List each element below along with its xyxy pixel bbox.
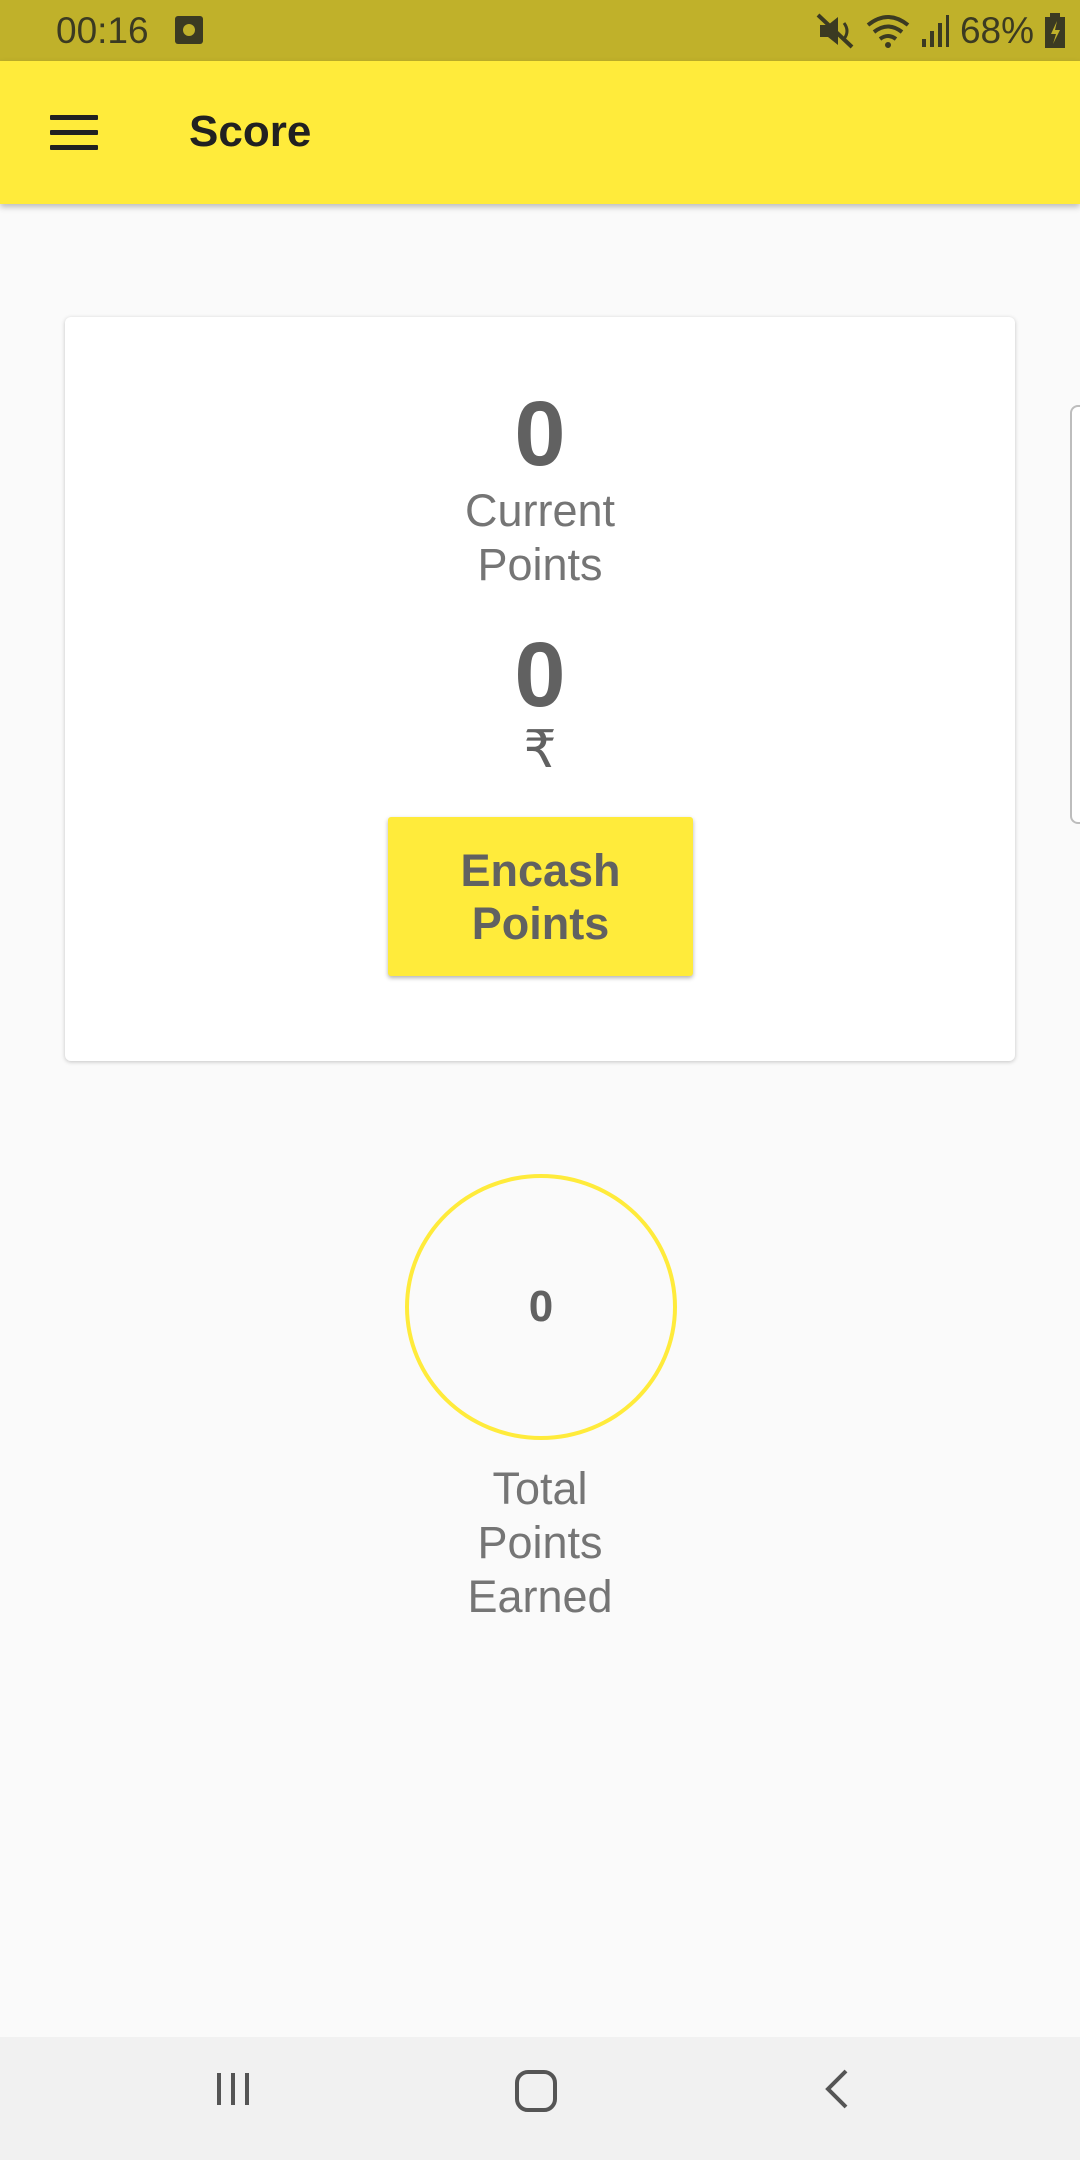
battery-percent: 68% bbox=[959, 10, 1034, 51]
total-label-line2: Points bbox=[477, 1517, 603, 1568]
total-label-line3: Earned bbox=[467, 1571, 613, 1622]
total-points-value: 0 bbox=[528, 1282, 554, 1331]
page-title: Score bbox=[189, 107, 312, 156]
side-panel-edge[interactable] bbox=[1070, 405, 1080, 824]
status-time: 00:16 bbox=[56, 10, 149, 51]
mute-icon bbox=[816, 13, 854, 48]
score-card: 0 Current Points 0 ₹ Encash Points bbox=[65, 317, 1015, 1061]
app-bar: Score bbox=[0, 61, 1080, 204]
rupee-symbol: ₹ bbox=[523, 721, 557, 779]
hamburger-menu-icon[interactable] bbox=[34, 97, 114, 169]
encash-button-line1: Encash bbox=[460, 844, 621, 896]
signal-icon bbox=[921, 14, 949, 47]
total-label-line1: Total bbox=[492, 1463, 588, 1514]
rupee-value: 0 bbox=[514, 624, 566, 726]
notification-icon bbox=[175, 16, 203, 44]
status-bar: 00:16 68% bbox=[0, 0, 1080, 61]
encash-button-line2: Points bbox=[471, 897, 610, 949]
home-icon[interactable] bbox=[491, 2067, 581, 2131]
current-points-label-line1: Current bbox=[464, 485, 616, 536]
wifi-icon bbox=[866, 14, 910, 48]
recent-apps-icon[interactable] bbox=[188, 2067, 278, 2131]
total-points-label: Total Points Earned bbox=[340, 1462, 740, 1624]
system-nav-bar bbox=[0, 2037, 1080, 2160]
current-points-label-line2: Points bbox=[477, 539, 603, 590]
status-icons: 68% bbox=[816, 8, 1066, 53]
current-points-value: 0 bbox=[514, 383, 566, 485]
back-icon[interactable] bbox=[793, 2067, 883, 2131]
encash-points-button[interactable]: Encash Points bbox=[388, 817, 693, 976]
battery-icon bbox=[1045, 12, 1065, 48]
total-points-circle: 0 bbox=[405, 1174, 677, 1440]
